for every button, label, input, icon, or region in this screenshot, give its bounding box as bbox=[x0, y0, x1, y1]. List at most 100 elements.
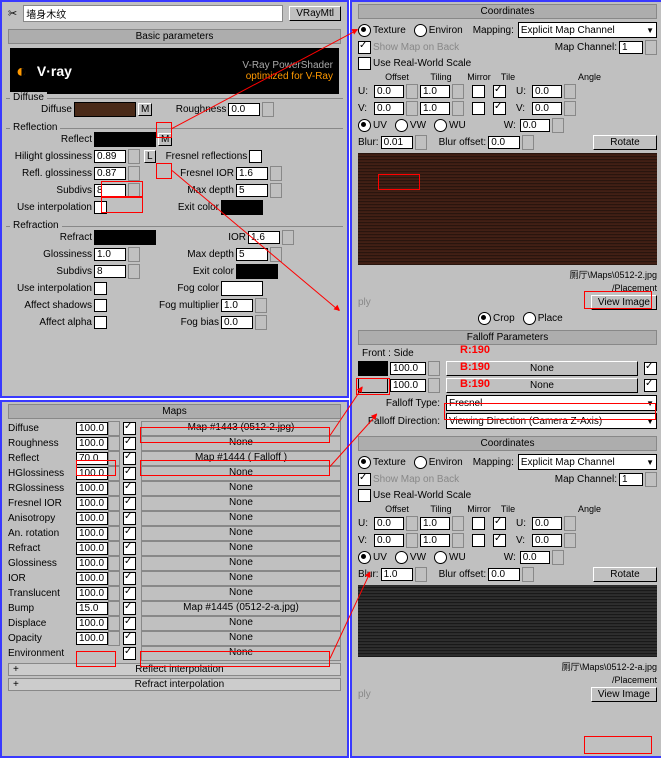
texture-radio[interactable] bbox=[358, 24, 371, 37]
spinner[interactable] bbox=[262, 102, 274, 117]
spinner[interactable] bbox=[452, 101, 464, 116]
spinner[interactable] bbox=[415, 567, 427, 582]
reflect-map-button[interactable]: M bbox=[158, 133, 172, 146]
mapch-input[interactable] bbox=[619, 41, 643, 54]
rgloss-input[interactable] bbox=[94, 167, 126, 180]
spinner[interactable] bbox=[108, 466, 120, 481]
hgloss-lock[interactable]: L bbox=[144, 150, 156, 163]
spinner[interactable] bbox=[564, 533, 576, 548]
blur2-input[interactable] bbox=[381, 568, 413, 581]
spinner[interactable] bbox=[128, 247, 140, 262]
spinner[interactable] bbox=[452, 516, 464, 531]
spinner[interactable] bbox=[108, 601, 120, 616]
rotate2-button[interactable]: Rotate bbox=[593, 567, 657, 582]
spinner[interactable] bbox=[552, 550, 564, 565]
exitcolor-swatch[interactable] bbox=[221, 200, 263, 215]
wu-radio[interactable] bbox=[434, 119, 447, 132]
spinner[interactable] bbox=[108, 571, 120, 586]
texture2-radio[interactable] bbox=[358, 456, 371, 469]
subdivs-input[interactable] bbox=[94, 184, 126, 197]
bluroff-input[interactable] bbox=[488, 136, 520, 149]
maxdepth-input[interactable] bbox=[236, 184, 268, 197]
spinner[interactable] bbox=[108, 481, 120, 496]
view-image2-button[interactable]: View Image bbox=[591, 687, 657, 702]
map-slot-button[interactable]: None bbox=[141, 436, 341, 451]
map-slot-button[interactable]: None bbox=[141, 496, 341, 511]
material-type-button[interactable]: VRayMtl bbox=[289, 6, 341, 21]
spinner[interactable] bbox=[108, 436, 120, 451]
spinner[interactable] bbox=[108, 496, 120, 511]
u-tiling[interactable] bbox=[420, 85, 450, 98]
spinner[interactable] bbox=[645, 472, 657, 487]
rsub-input[interactable] bbox=[94, 265, 126, 278]
v-offset[interactable] bbox=[374, 102, 404, 115]
spinner[interactable] bbox=[108, 586, 120, 601]
spinner[interactable] bbox=[270, 183, 282, 198]
vw-radio[interactable] bbox=[395, 119, 408, 132]
realworld2-check[interactable] bbox=[358, 489, 371, 502]
v-tile[interactable] bbox=[493, 102, 506, 115]
blur-input[interactable] bbox=[381, 136, 413, 149]
spinner[interactable] bbox=[564, 516, 576, 531]
spinner[interactable] bbox=[270, 166, 282, 181]
spinner[interactable] bbox=[108, 511, 120, 526]
map-amount[interactable] bbox=[76, 497, 108, 510]
spinner[interactable] bbox=[108, 616, 120, 631]
fallofftype-dropdown[interactable]: Fresnel bbox=[446, 395, 657, 411]
u2-angle[interactable] bbox=[532, 517, 562, 530]
showback-check[interactable] bbox=[358, 41, 371, 54]
map-enable[interactable] bbox=[123, 422, 136, 435]
map-slot-button[interactable]: None bbox=[141, 556, 341, 571]
diffuse-swatch[interactable] bbox=[74, 102, 136, 117]
map-enable[interactable] bbox=[123, 497, 136, 510]
u-angle[interactable] bbox=[532, 85, 562, 98]
u-tile[interactable] bbox=[493, 85, 506, 98]
fogbias-input[interactable] bbox=[221, 316, 253, 329]
refract-interp-expand[interactable]: +Refract interpolation bbox=[8, 678, 341, 691]
spinner[interactable] bbox=[564, 84, 576, 99]
environ-radio[interactable] bbox=[414, 24, 427, 37]
v2-angle[interactable] bbox=[532, 534, 562, 547]
spinner[interactable] bbox=[564, 101, 576, 116]
spinner[interactable] bbox=[128, 183, 140, 198]
map-slot-button[interactable]: Map #1445 (0512-2-a.jpg) bbox=[141, 601, 341, 616]
u-mirror[interactable] bbox=[472, 85, 485, 98]
map-slot-button[interactable]: None bbox=[141, 616, 341, 631]
reflect-swatch[interactable] bbox=[94, 132, 156, 147]
map-amount[interactable] bbox=[76, 587, 108, 600]
map-enable[interactable] bbox=[123, 437, 136, 450]
map-enable[interactable] bbox=[123, 632, 136, 645]
v2-mirror[interactable] bbox=[472, 534, 485, 547]
spinner[interactable] bbox=[645, 40, 657, 55]
diffuse-map-button[interactable]: M bbox=[138, 103, 152, 116]
map-slot-button[interactable]: None bbox=[141, 571, 341, 586]
map-amount[interactable] bbox=[76, 422, 108, 435]
map-slot-button[interactable]: None bbox=[141, 646, 341, 661]
refract-swatch[interactable] bbox=[94, 230, 156, 245]
map-amount[interactable] bbox=[76, 527, 108, 540]
ruseint-check[interactable] bbox=[94, 282, 107, 295]
falloff-v2[interactable] bbox=[390, 379, 426, 392]
map-slot-button[interactable]: None bbox=[141, 631, 341, 646]
uv2-radio[interactable] bbox=[358, 551, 371, 564]
mapch2-input[interactable] bbox=[619, 473, 643, 486]
map-amount[interactable] bbox=[76, 542, 108, 555]
map-enable[interactable] bbox=[123, 647, 136, 660]
v2-offset[interactable] bbox=[374, 534, 404, 547]
falloff-on2[interactable] bbox=[644, 379, 657, 392]
spinner[interactable] bbox=[108, 631, 120, 646]
w-angle[interactable] bbox=[520, 119, 550, 132]
affalpha-check[interactable] bbox=[94, 316, 107, 329]
map-slot-button[interactable]: None bbox=[141, 586, 341, 601]
mapping-dropdown[interactable]: Explicit Map Channel bbox=[518, 22, 657, 38]
falloff-c1[interactable] bbox=[358, 361, 388, 376]
rglos-input[interactable] bbox=[94, 248, 126, 261]
spinner[interactable] bbox=[452, 533, 464, 548]
spinner[interactable] bbox=[255, 298, 267, 313]
map-amount[interactable] bbox=[76, 632, 108, 645]
v-angle[interactable] bbox=[532, 102, 562, 115]
view-image-button[interactable]: View Image bbox=[591, 295, 657, 310]
map-slot-button[interactable]: None bbox=[141, 511, 341, 526]
place-radio[interactable] bbox=[523, 312, 536, 325]
ior-input[interactable] bbox=[248, 231, 280, 244]
